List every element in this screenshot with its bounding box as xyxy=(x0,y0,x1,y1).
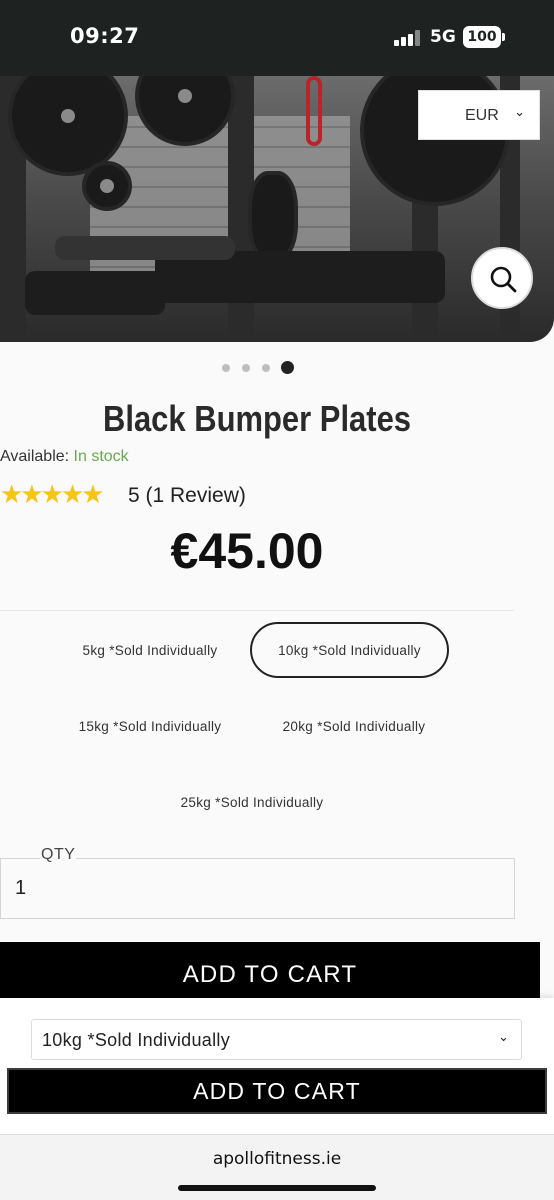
home-indicator[interactable] xyxy=(178,1185,376,1191)
variant-option-20kg[interactable]: 20kg *Sold Individually xyxy=(254,698,454,754)
signal-icon xyxy=(394,30,420,46)
zoom-button[interactable] xyxy=(471,247,533,309)
quantity-input[interactable] xyxy=(0,858,515,919)
network-type: 5G xyxy=(430,27,456,47)
status-bar: 09:27 5G 100 xyxy=(0,0,554,76)
sticky-cart-bar: 10kg *Sold Individually ⌄ ADD TO CART xyxy=(0,998,554,1134)
product-title: Black Bumper Plates xyxy=(102,398,412,439)
status-time: 09:27 xyxy=(70,24,140,48)
carousel-dot[interactable] xyxy=(262,364,270,372)
currency-value: EUR xyxy=(465,107,499,124)
battery-level: 100 xyxy=(463,26,501,48)
variant-option-25kg[interactable]: 25kg *Sold Individually xyxy=(152,774,352,830)
search-icon xyxy=(490,266,517,293)
variant-select-value: 10kg *Sold Individually xyxy=(42,1030,231,1050)
divider xyxy=(0,610,514,611)
carousel-dot-active[interactable] xyxy=(281,361,294,374)
availability: Available: In stock xyxy=(0,448,129,466)
carousel-dot[interactable] xyxy=(222,364,230,372)
product-price: €45.00 xyxy=(170,523,324,579)
battery-icon: 100 xyxy=(463,26,505,48)
chevron-down-icon: ⌄ xyxy=(514,105,525,120)
variant-option-15kg[interactable]: 15kg *Sold Individually xyxy=(60,698,240,754)
browser-url-bar: apollofitness.ie xyxy=(0,1134,554,1200)
carousel-dot[interactable] xyxy=(242,364,250,372)
quantity-label: QTY xyxy=(40,846,77,864)
variant-option-5kg[interactable]: 5kg *Sold Individually xyxy=(60,622,240,678)
url-address[interactable]: apollofitness.ie xyxy=(0,1149,554,1169)
stock-status: In stock xyxy=(73,448,129,465)
chevron-down-icon: ⌄ xyxy=(498,1030,509,1045)
carousel-dots xyxy=(220,361,300,375)
variant-option-10kg[interactable]: 10kg *Sold Individually xyxy=(250,622,449,678)
review-count-link[interactable]: 5 (1 Review) xyxy=(128,484,246,508)
availability-label: Available: xyxy=(0,448,70,465)
sticky-add-to-cart-button[interactable]: ADD TO CART xyxy=(7,1068,547,1114)
star-rating-icon: ★★★★★ xyxy=(0,480,105,510)
variant-select[interactable]: 10kg *Sold Individually ⌄ xyxy=(31,1019,522,1060)
currency-selector[interactable]: EUR ⌄ xyxy=(418,90,540,140)
